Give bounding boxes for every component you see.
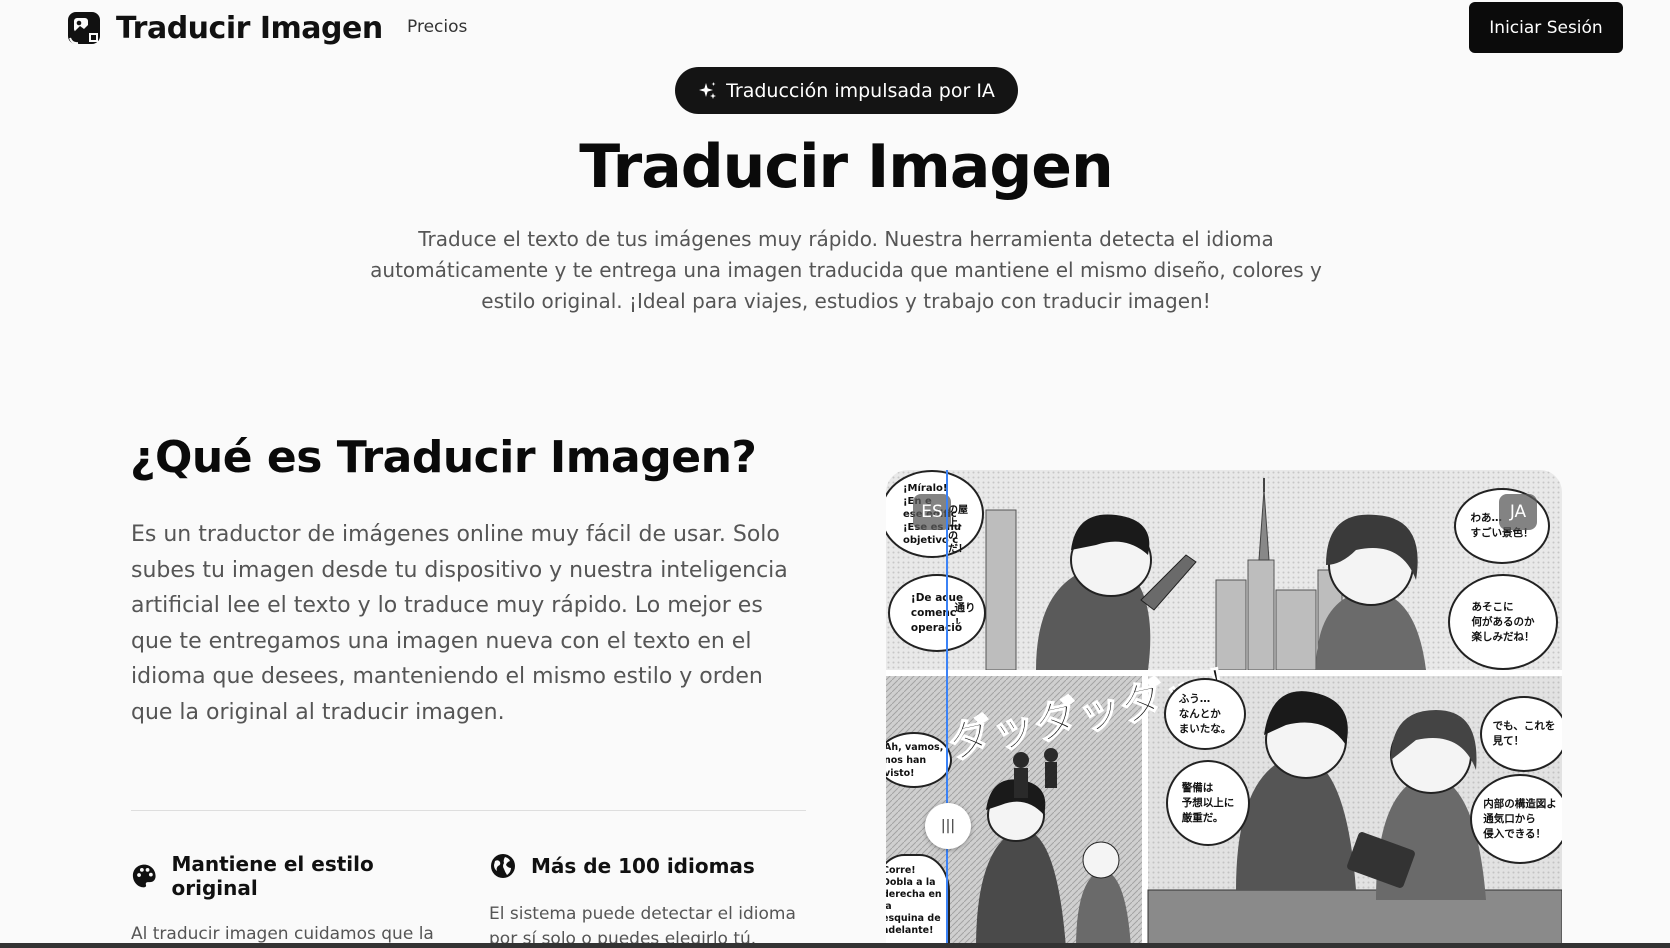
comparison-slider-handle[interactable]: ||| — [925, 803, 971, 849]
feature-languages-title: Más de 100 idiomas — [531, 854, 755, 878]
speech-bubble-text: 警備は 予想以上に 厳重だ。 — [1181, 781, 1235, 824]
section-divider — [131, 810, 806, 811]
sparkles-icon — [699, 81, 717, 99]
speech-bubble: 通り ！ — [948, 596, 982, 636]
speech-bubble-text: 通り ！ — [954, 602, 976, 629]
translate-image-logo-icon — [68, 12, 100, 45]
login-button[interactable]: Iniciar Sesión — [1469, 2, 1623, 53]
before-after-comparison[interactable]: ダッダッダッ！ ¡Míralo! ¡En e ese edific ¡Ese e… — [886, 470, 1562, 948]
about-title: ¿Qué es Traducir Imagen? — [130, 432, 757, 483]
about-body: Es un traductor de imágenes online muy f… — [131, 522, 788, 725]
speech-bubble: 警備は 予想以上に 厳重だ。 — [1166, 760, 1250, 846]
speech-bubble-text: Ah, vamos, nos han visto! — [886, 741, 944, 779]
speech-bubble: でも、これを 見て！ — [1480, 696, 1562, 772]
speech-bubble-text: でも、これを 見て！ — [1492, 720, 1556, 747]
top-nav: Traducir Imagen Precios Iniciar Sesión — [0, 0, 1670, 56]
feature-languages-text: El sistema puede detectar el idioma por … — [489, 904, 796, 948]
palette-icon — [132, 864, 156, 888]
speech-bubble-text: Corre! Dobla a la derecha en la esquina … — [886, 865, 942, 936]
speech-bubble-text: の屋上、 の だ！ — [948, 505, 968, 555]
ai-badge-label: Traducción impulsada por IA — [726, 79, 995, 102]
speech-bubble: あそこに 何があるのか 楽しみだね！ — [1448, 574, 1558, 670]
bottom-edge — [0, 943, 1670, 948]
globe-icon — [491, 854, 515, 878]
brand-name: Traducir Imagen — [116, 10, 383, 46]
speech-bubble: 内部の構造図よ 通気口から 侵入できる！ — [1470, 774, 1562, 864]
hero-title: Traducir Imagen — [579, 132, 1113, 202]
feature-languages: Más de 100 idiomas El sistema puede dete… — [489, 852, 809, 948]
nav-link-precios[interactable]: Precios — [407, 17, 467, 37]
speech-bubble: Corre! Dobla a la derecha en la esquina … — [886, 854, 950, 948]
speech-bubble-text: 内部の構造図よ 通気口から 侵入できる！ — [1483, 797, 1557, 840]
speech-bubble-text: ふう… なんとか まいたな。 — [1178, 692, 1232, 735]
speech-bubble-text: あそこに 何があるのか 楽しみだね！ — [1471, 600, 1535, 643]
comparison-slider-line[interactable] — [946, 470, 948, 948]
ai-badge: Traducción impulsada por IA — [675, 67, 1018, 114]
speech-bubble: ふう… なんとか まいたな。 — [1164, 678, 1246, 750]
feature-style-title: Mantiene el estilo original — [171, 852, 374, 900]
brand-logo[interactable]: Traducir Imagen — [64, 8, 383, 48]
feature-style: Mantiene el estilo original Al traducir … — [131, 852, 451, 948]
hero-description: Traduce el texto de tus imágenes muy ráp… — [370, 227, 1322, 313]
target-language-tag: JA — [1499, 494, 1537, 530]
